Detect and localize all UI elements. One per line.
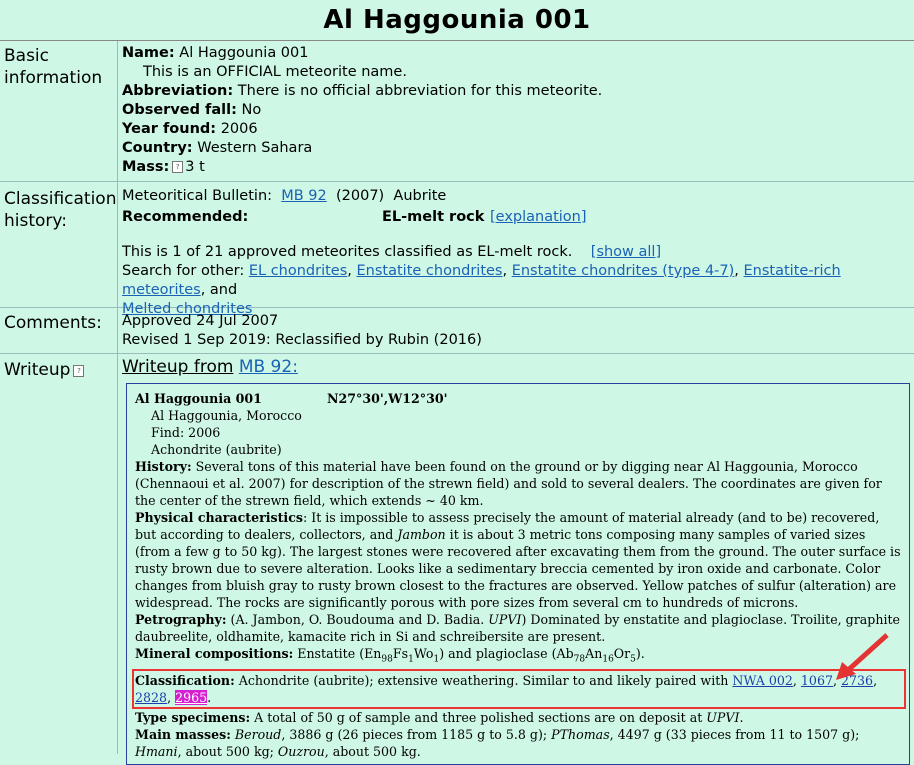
recommended-label: Recommended: xyxy=(122,209,249,225)
basic-information-label: Basic information xyxy=(0,41,118,181)
classification-history-label: Classification history: xyxy=(0,182,118,307)
page-title: Al Haggounia 001 xyxy=(0,0,914,41)
bulletin-label: Meteoritical Bulletin: xyxy=(122,188,273,204)
mineral-text-a: Enstatite (En xyxy=(297,646,382,661)
comments-label: Comments: xyxy=(0,308,118,353)
petrography-text-a: (A. Jambon, O. Boudouma and D. Badia. xyxy=(230,612,485,627)
abbreviation-value: There is no official abbreviation for th… xyxy=(237,83,603,99)
type-specimens-label: Type specimens: xyxy=(135,709,251,725)
writeup-row: Writeup? Writeup from MB 92: Al Haggouni… xyxy=(0,354,914,765)
mineral-sub-an: 16 xyxy=(602,654,614,665)
approved-count-text: This is 1 of 21 approved meteorites clas… xyxy=(122,244,573,260)
mineral-sub-en: 98 xyxy=(381,654,393,665)
recommended-class: EL-melt rock xyxy=(382,209,485,225)
bulletin-year: (2007) xyxy=(335,188,385,204)
history-text: Several tons of this material have been … xyxy=(135,459,882,508)
mass-holder: Ouzrou xyxy=(277,743,325,759)
writeup-type: Achondrite (aubrite) xyxy=(151,442,282,457)
physical-label: Physical characteristics xyxy=(135,510,303,525)
search-link-enstatite-chondrites[interactable]: Enstatite chondrites xyxy=(357,263,503,279)
search-link-el-chondrites[interactable]: EL chondrites xyxy=(249,263,347,279)
mass-value: 3 t xyxy=(185,159,205,175)
mass-desc: , about 500 kg; xyxy=(177,743,274,759)
mineral-or-text: Or xyxy=(613,646,631,661)
classification-history-row: Classification history: Meteoritical Bul… xyxy=(0,182,914,317)
comments-content: Approved 24 Jul 2007 Revised 1 Sep 2019:… xyxy=(118,308,914,353)
classification-label: Classification: xyxy=(135,672,235,688)
paired-link-2965-highlighted[interactable]: 2965 xyxy=(175,689,208,705)
main-masses-label: Main masses: xyxy=(135,726,231,742)
year-found-value: 2006 xyxy=(220,121,258,137)
approved-date: Approved 24 Jul 2007 xyxy=(122,313,279,329)
writeup-mb92-link[interactable]: MB 92: xyxy=(239,357,298,377)
paired-link-nwa-002[interactable]: NWA 002 xyxy=(732,673,792,688)
physical-paragraph: Physical characteristics: It is impossib… xyxy=(135,509,903,611)
paired-link-2828[interactable]: 2828 xyxy=(135,690,167,705)
mass-label: Mass: xyxy=(122,159,170,175)
mineral-sub-ab: 78 xyxy=(573,654,586,665)
revised-date: Revised 1 Sep 2019: Reclassified by Rubi… xyxy=(122,332,482,348)
mineral-text-b: ) and plagioclase (Ab xyxy=(439,646,574,661)
classification-text: Achondrite (aubrite); extensive weatheri… xyxy=(238,672,729,688)
explanation-link[interactable]: [explanation] xyxy=(490,208,587,227)
writeup-label-cell: Writeup? xyxy=(0,354,118,754)
mass-desc: , 3886 g (26 pieces from 1185 g to 5.8 g… xyxy=(281,726,548,742)
writeup-find: Find: 2006 xyxy=(151,425,221,440)
writeup-location: Al Haggounia, Morocco xyxy=(151,408,302,423)
mass-holder: Hmani xyxy=(135,743,178,759)
mineral-wo-text: Wo xyxy=(413,646,434,661)
petrography-italic: UPVI xyxy=(488,612,522,627)
mass-desc: , about 500 kg. xyxy=(324,743,421,759)
paired-link-1067[interactable]: 1067 xyxy=(801,673,833,688)
mb92-link[interactable]: MB 92 xyxy=(281,187,327,206)
type-specimens-paragraph: Type specimens: A total of 50 g of sampl… xyxy=(135,709,744,725)
mineral-paragraph: Mineral compositions: Enstatite (En98Fs 1… xyxy=(135,645,903,669)
show-all-link[interactable]: [show all] xyxy=(591,244,661,260)
basic-information-content: Name: Al Haggounia 001 This is an OFFICI… xyxy=(118,41,914,181)
writeup-label: Writeup xyxy=(4,360,71,380)
mass-holder: PThomas xyxy=(551,726,610,742)
basic-information-row: Basic information Name: Al Haggounia 001… xyxy=(0,41,914,182)
mass-desc: , 4497 g (33 pieces from 11 to 1507 g); xyxy=(609,726,860,742)
search-other-label: Search for other: xyxy=(122,263,245,279)
petrography-paragraph: Petrography: (A. Jambon, O. Boudouma and… xyxy=(135,611,903,645)
search-link-enstatite-type-4-7[interactable]: Enstatite chondrites (type 4-7) xyxy=(512,263,735,279)
history-label: History: xyxy=(135,459,192,474)
name-label: Name: xyxy=(122,45,175,61)
writeup-box: Al Haggounia 001 N27°30',W12°30' Al Haggo… xyxy=(126,383,910,765)
help-icon[interactable]: ? xyxy=(172,161,184,173)
classification-history-content: Meteoritical Bulletin: MB 92 (2007) Aubr… xyxy=(122,187,841,317)
writeup-heading: Writeup from MB 92: xyxy=(122,358,914,377)
official-note: This is an OFFICIAL meteorite name. xyxy=(143,64,407,80)
mineral-fs-text: Fs xyxy=(392,646,409,661)
country-value: Western Sahara xyxy=(197,140,313,156)
writeup-coordinates: N27°30',W12°30' xyxy=(327,391,448,406)
year-found-label: Year found: xyxy=(122,121,217,137)
meteorite-name: Al Haggounia 001 xyxy=(179,45,309,61)
type-specimens-text: A total of 50 g of sample and three poli… xyxy=(254,709,703,725)
abbreviation-label: Abbreviation: xyxy=(122,83,234,99)
annotation-arrow-icon xyxy=(836,633,889,680)
country-label: Country: xyxy=(122,140,193,156)
mineral-label: Mineral compositions: xyxy=(135,646,294,661)
writeup-content: Writeup from MB 92: Al Haggounia 001 N27°… xyxy=(118,354,914,765)
main-masses-paragraph: Main masses: Beroud, 3886 g (26 pieces f… xyxy=(135,726,903,760)
mass-holder: Beroud xyxy=(234,726,282,742)
mineral-text-c: ). xyxy=(635,646,645,661)
observed-fall-value: No xyxy=(241,102,262,118)
petrography-label: Petrography: xyxy=(135,612,227,627)
mineral-an-text: An xyxy=(585,646,603,661)
writeup-meteorite-name: Al Haggounia 001 xyxy=(135,391,262,406)
type-specimens-italic: UPVI xyxy=(706,709,740,725)
comments-row: Comments: Approved 24 Jul 2007 Revised 1… xyxy=(0,308,914,354)
bulletin-class: Aubrite xyxy=(393,188,447,204)
physical-italic: Jambon xyxy=(397,527,446,542)
help-icon[interactable]: ? xyxy=(73,365,85,377)
classification-paragraph: Classification: Achondrite (aubrite); ex… xyxy=(132,668,906,709)
observed-fall-label: Observed fall: xyxy=(122,102,237,118)
history-paragraph: History: Several tons of this material h… xyxy=(135,458,903,509)
writeup-heading-text: Writeup from xyxy=(122,357,234,377)
search-and: and xyxy=(209,282,238,298)
